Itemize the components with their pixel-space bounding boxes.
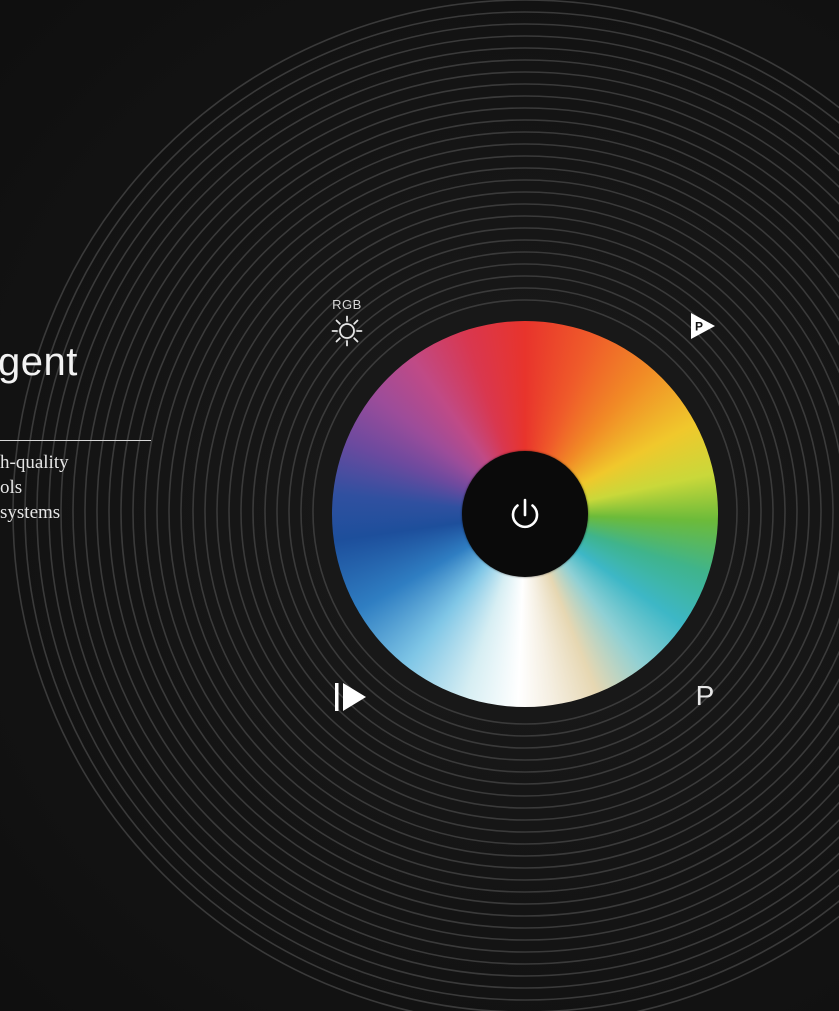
- play-icon: [335, 683, 366, 711]
- preset-badge-letter: P: [695, 320, 703, 334]
- description-line-1: h-quality: [0, 452, 69, 473]
- description-line-3: systems: [0, 502, 61, 523]
- rgb-label: RGB: [332, 297, 362, 312]
- description-line-2: ols: [0, 477, 23, 498]
- rgb-brightness-button[interactable]: RGB: [321, 297, 373, 357]
- color-wheel-control: [332, 321, 718, 707]
- power-icon: [511, 498, 539, 529]
- divider-line: [0, 440, 151, 441]
- preset-play-button[interactable]: P: [688, 311, 718, 341]
- sun-icon: [331, 315, 363, 347]
- program-button[interactable]: P: [690, 678, 720, 714]
- headline-text: gent: [0, 340, 78, 384]
- play-preset-icon: P: [691, 313, 715, 339]
- description-text: h-quality ols systems: [0, 450, 69, 525]
- play-button[interactable]: [333, 681, 369, 713]
- remote-panel: gent h-quality ols systems RGB P P: [0, 0, 839, 1011]
- power-button[interactable]: [462, 451, 588, 577]
